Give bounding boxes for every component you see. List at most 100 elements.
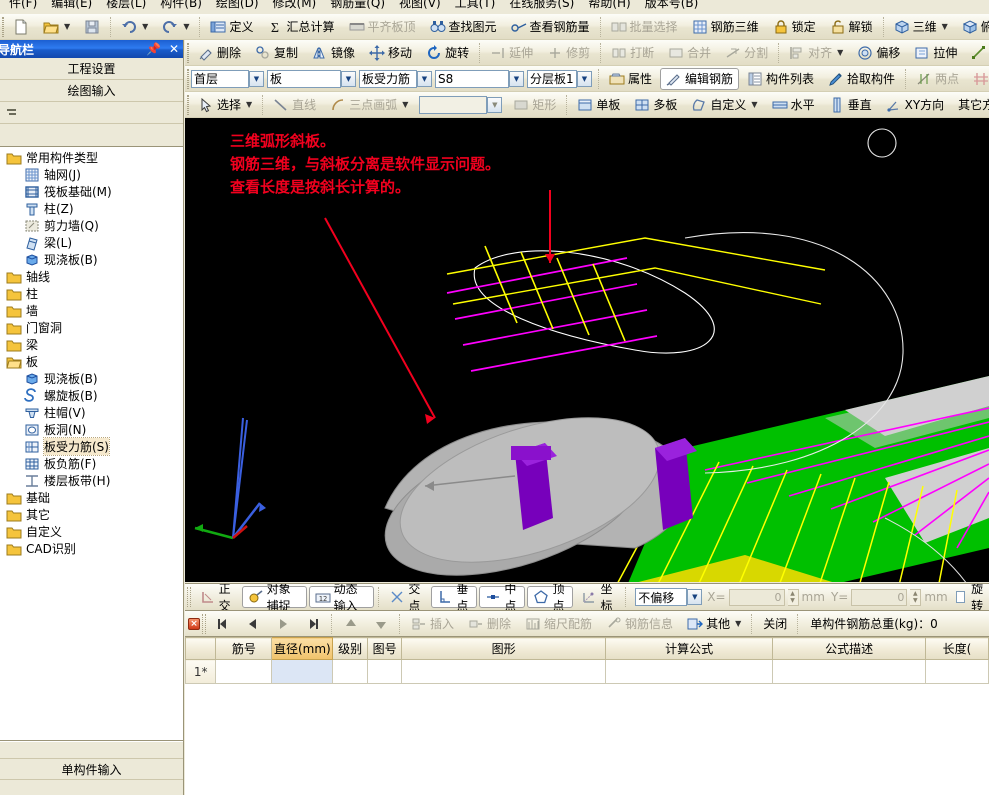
正交-toggle[interactable]: 正交 [194,584,240,610]
column-header-6[interactable]: 计算公式 [604,637,774,660]
属性-button[interactable]: 属性 [603,68,658,90]
column-header-0[interactable] [185,637,217,660]
tree-item-10[interactable]: 门窗洞 [0,319,183,336]
open-folder-icon-button[interactable]: ▼ [37,16,76,38]
menu-item-7[interactable]: 视图(V) [392,0,448,9]
chevron-down-icon[interactable]: ▼ [417,70,432,87]
3d-viewport[interactable]: 三维弧形斜板。 钢筋三维，与斜板分离是软件显示问题。 查看长度是按斜长计算的。 [185,118,989,582]
关闭-button[interactable]: 关闭 [757,613,793,635]
tree-item-4[interactable]: 剪力墙(Q) [0,217,183,234]
tree-item-23[interactable]: CAD识别 [0,540,183,557]
menu-item-8[interactable]: 工具(T) [448,0,503,9]
table-cell[interactable] [215,659,273,684]
table-cell[interactable] [604,659,774,684]
column-header-8[interactable]: 长度( [924,637,989,660]
menu-item-0[interactable]: 件(F) [2,0,44,9]
next-record-button[interactable] [269,613,297,635]
chevron-down-icon[interactable]: ▼ [837,48,843,57]
XY方向-button[interactable]: XY方向 [880,94,951,116]
tree-item-8[interactable]: 柱 [0,285,183,302]
tree-item-14[interactable]: 螺旋板(B) [0,387,183,404]
chevron-down-icon[interactable]: ▼ [577,70,592,87]
单板-button[interactable]: 单板 [571,94,626,116]
rotate-checkbox[interactable] [955,591,966,603]
offset-mode-dropdown[interactable]: 不偏移 ▼ [635,588,703,606]
column-header-1[interactable]: 筋号 [215,637,273,660]
row-index[interactable]: 1* [185,659,217,684]
tree-item-1[interactable]: 轴网(J) [0,166,183,183]
其他-button[interactable]: 其他 ▼ [681,613,747,635]
tree-item-11[interactable]: 梁 [0,336,183,353]
chevron-down-icon[interactable]: ▼ [246,100,252,109]
tree-item-18[interactable]: 板负筋(F) [0,455,183,472]
tree-item-5[interactable]: 梁(L) [0,234,183,251]
tree-item-17[interactable]: 板受力筋(S) [0,437,183,456]
chevron-down-icon[interactable]: ▼ [942,22,948,31]
tree-item-9[interactable]: 墙 [0,302,183,319]
menu-item-4[interactable]: 绘图(D) [209,0,266,9]
table-cell[interactable] [772,659,926,684]
table-row[interactable]: 1* [185,659,989,684]
rebar-table-container[interactable]: 筋号 直径(mm) 级别 图号 图形 计算公式 公式描述 长度( 1* [185,637,989,795]
menu-item-11[interactable]: 版本号(B) [638,0,706,9]
menu-item-9[interactable]: 在线服务(S) [502,0,581,9]
垂直-button[interactable]: 垂直 [823,94,878,116]
查找图元-button[interactable]: 查找图元 [424,16,503,38]
move-down-button[interactable] [367,613,395,635]
dropdown-floor[interactable]: 首层 ▼ [191,69,264,88]
顶点-toggle[interactable]: 顶点 [527,584,574,610]
table-cell[interactable] [332,659,368,684]
chevron-down-icon[interactable]: ▼ [687,589,703,605]
查看钢筋量-button[interactable]: 查看钢筋量 [505,16,596,38]
prev-record-button[interactable] [239,613,267,635]
俯视-button[interactable]: 俯视▼ [956,16,989,38]
tree-item-16[interactable]: 板洞(N) [0,421,183,438]
tree-item-3[interactable]: 柱(Z) [0,200,183,217]
复制-button[interactable]: 复制 [249,42,304,64]
汇总计算-button[interactable]: Σ 汇总计算 [261,16,340,38]
旋转-button[interactable]: 旋转 [420,42,475,64]
collapse-all-icon[interactable] [4,105,20,121]
tree-item-0[interactable]: 常用构件类型 [0,149,183,166]
x-coordinate-input[interactable]: 0 [728,588,785,606]
chevron-down-icon[interactable]: ▼ [64,22,70,31]
dropdown-rebar-spec[interactable]: S8 ▼ [435,69,524,88]
选择-button[interactable]: 选择 ▼ [192,94,258,116]
y-coordinate-stepper[interactable]: ▲ ▼ [910,588,922,606]
tree-item-21[interactable]: 其它 [0,506,183,523]
构件列表-button[interactable]: 构件列表 [741,68,820,90]
tree-item-2[interactable]: 筏板基础(M) [0,183,183,200]
设置夹点-button[interactable]: 设置夹点 [965,42,989,64]
tree-item-22[interactable]: 自定义 [0,523,183,540]
水平-button[interactable]: 水平 [766,94,821,116]
拉伸-button[interactable]: 拉伸 [908,42,963,64]
tree-item-13[interactable]: 现浇板(B) [0,370,183,387]
镜像-button[interactable]: 镜像 [306,42,361,64]
chevron-down-icon[interactable]: ▼ [183,22,189,31]
tree-item-7[interactable]: 轴线 [0,268,183,285]
column-header-3[interactable]: 级别 [332,637,368,660]
y-coordinate-input[interactable]: 0 [851,588,908,606]
x-coordinate-stepper[interactable]: ▲ ▼ [787,588,799,606]
chevron-down-icon[interactable]: ▼ [249,70,264,87]
chevron-down-icon[interactable]: ▼ [402,100,408,109]
拾取构件-button[interactable]: 拾取构件 [822,68,901,90]
垂点-toggle[interactable]: 垂点 [431,584,478,610]
tree-item-6[interactable]: 现浇板(B) [0,251,183,268]
chevron-down-icon[interactable]: ▼ [751,100,757,109]
锁定-button[interactable]: 锁定 [767,16,822,38]
first-record-button[interactable] [209,613,237,635]
toolbar-grip[interactable] [187,94,189,115]
解锁-button[interactable]: 解锁 [824,16,879,38]
last-record-button[interactable] [299,613,327,635]
其它方式-button[interactable]: 其它方式▼ [952,94,989,116]
rotate-checkbox-group[interactable]: 旋转 [955,584,989,610]
menu-item-10[interactable]: 帮助(H) [581,0,637,9]
对象捕捉-toggle[interactable]: 对象捕捉 [241,584,307,610]
toolbar-grip[interactable] [202,613,206,634]
移动-button[interactable]: 移动 [363,42,418,64]
arc-type-combo[interactable]: ▼ [419,95,503,114]
tree-item-12[interactable]: 板 [0,353,183,370]
钢筋三维-button[interactable]: 钢筋三维 [686,16,765,38]
close-panel-button[interactable]: × [188,617,200,630]
